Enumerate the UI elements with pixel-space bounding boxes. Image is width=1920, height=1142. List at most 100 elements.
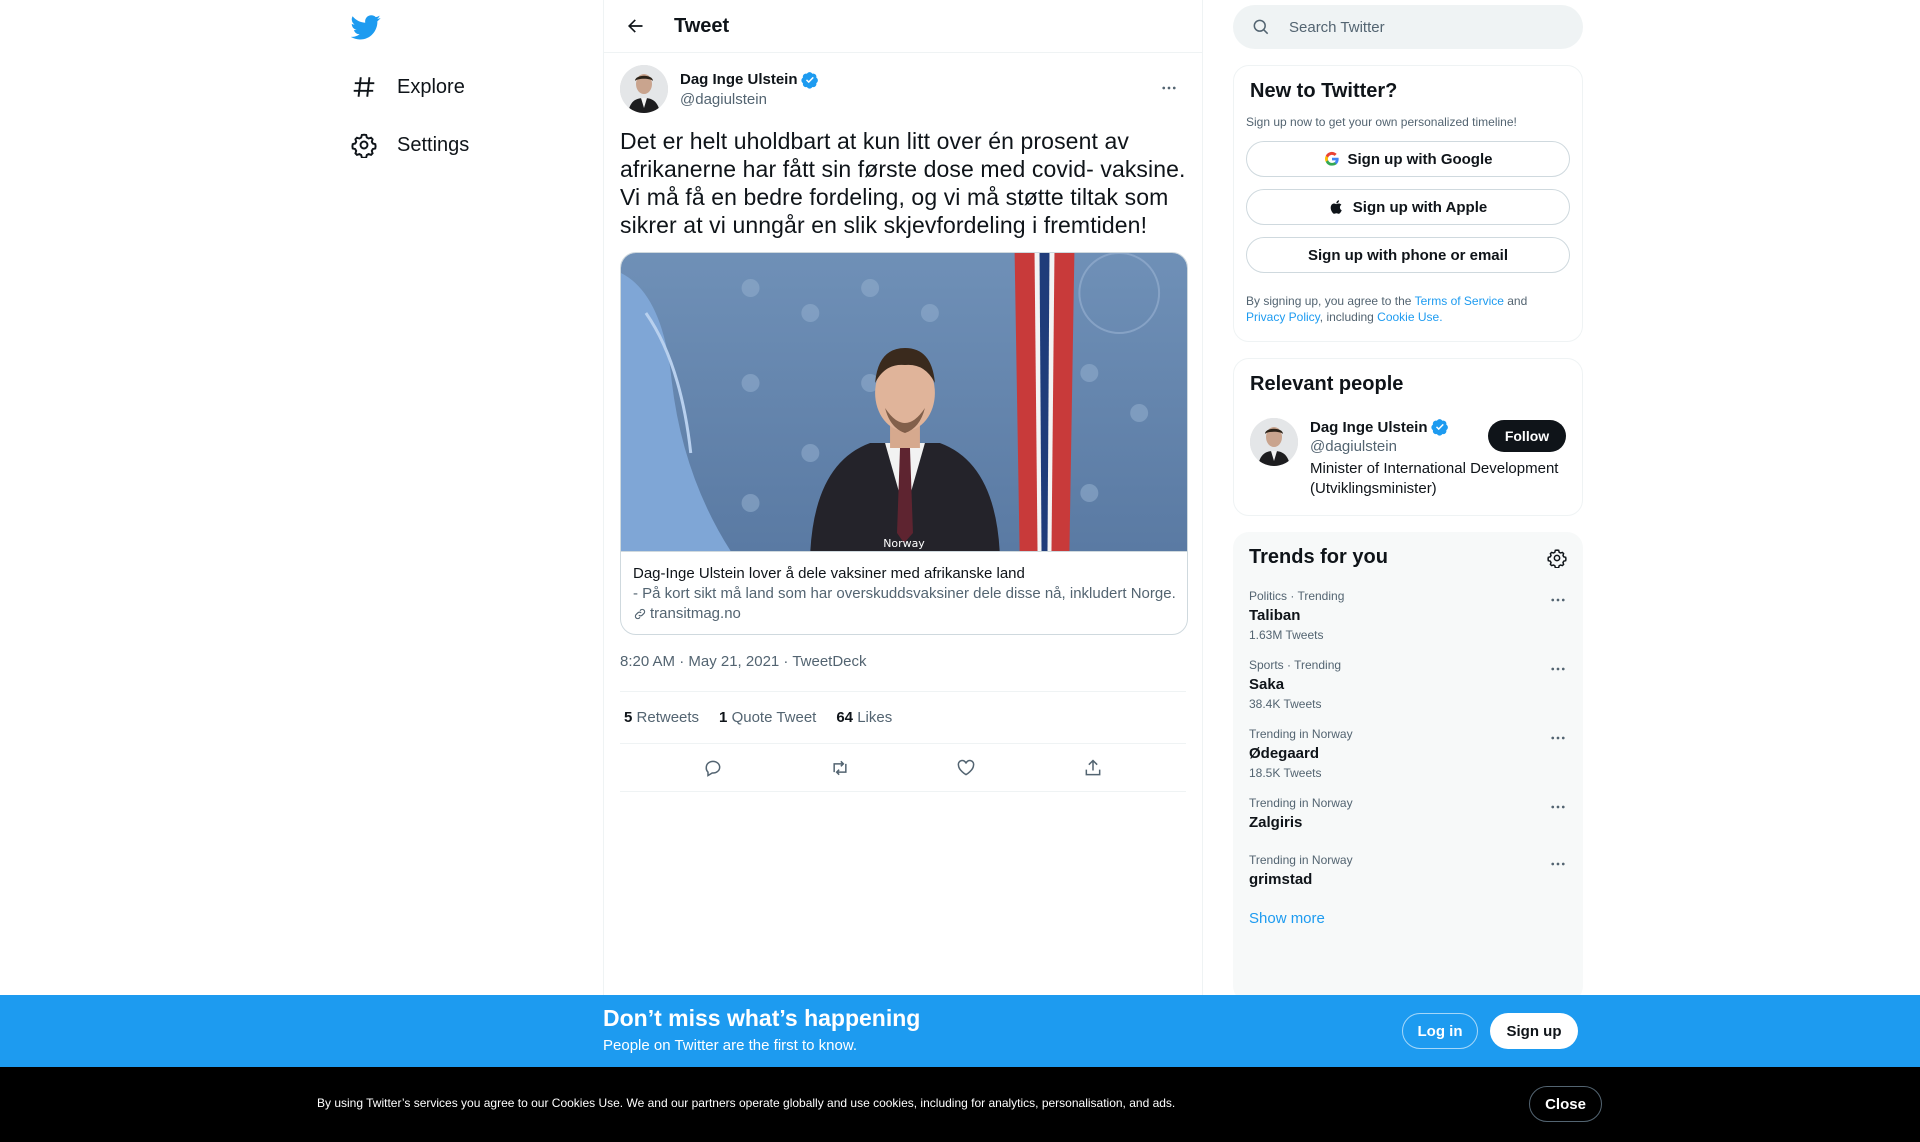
- trends-title: Trends for you: [1249, 546, 1388, 568]
- search-bar[interactable]: [1233, 5, 1583, 49]
- nav-label-explore: Explore: [397, 75, 465, 98]
- verified-badge-icon: [1430, 419, 1448, 436]
- hashtag-icon: [351, 74, 377, 100]
- signup-phone-email-label: Sign up with phone or email: [1307, 246, 1508, 264]
- card-description: - På kort sikt må land som har overskudd…: [633, 585, 1175, 602]
- signup-phone-email-button[interactable]: Sign up with phone or email: [1246, 237, 1570, 273]
- nav-label-settings: Settings: [397, 133, 470, 156]
- privacy-policy-link[interactable]: Privacy Policy: [1246, 310, 1320, 324]
- link-card[interactable]: Norway Dag-Inge Ulstein lover å dele vak…: [620, 252, 1188, 635]
- signup-google-button[interactable]: Sign up with Google: [1246, 141, 1570, 177]
- nav-item-settings[interactable]: Settings: [351, 121, 469, 169]
- tweet-header: Tweet: [604, 0, 1202, 53]
- signup-banner: Don’t miss what’s happening People on Tw…: [0, 995, 1920, 1067]
- trend-item[interactable]: Politics · Trending Taliban 1.63M Tweets: [1249, 589, 1567, 642]
- tweet-actions: [620, 744, 1186, 792]
- stat-retweets[interactable]: 5 Retweets: [624, 709, 699, 726]
- signup-google-label: Sign up with Google: [1347, 150, 1493, 168]
- new-to-twitter-panel: New to Twitter? Sign up now to get your …: [1233, 65, 1583, 342]
- more-options-icon[interactable]: [1549, 591, 1567, 609]
- cookie-text: By using Twitter’s services you agree to…: [317, 1096, 1176, 1110]
- trend-count: 18.5K Tweets: [1249, 766, 1322, 780]
- author-name[interactable]: Dag Inge Ulstein: [680, 71, 819, 89]
- page-title: Tweet: [674, 14, 730, 37]
- signup-apple-button[interactable]: Sign up with Apple: [1246, 189, 1570, 225]
- trend-meta: Trending in Norway: [1249, 727, 1353, 741]
- gear-icon: [351, 132, 377, 158]
- more-options-icon[interactable]: [1549, 729, 1567, 747]
- show-more-link[interactable]: Show more: [1249, 910, 1567, 927]
- tweet-author: Dag Inge Ulstein @dagiulstein: [620, 65, 1186, 113]
- trend-meta: Sports · Trending: [1249, 658, 1342, 672]
- more-options-icon[interactable]: [1152, 71, 1186, 105]
- relevant-person-bio: Minister of International Development (U…: [1310, 460, 1559, 497]
- trend-name: Saka: [1249, 676, 1285, 693]
- author-handle[interactable]: @dagiulstein: [680, 91, 819, 108]
- more-options-icon[interactable]: [1549, 660, 1567, 678]
- relevant-people-panel: Relevant people Dag Inge Ulstein @dagiul…: [1233, 358, 1583, 516]
- like-icon[interactable]: [949, 751, 983, 785]
- banner-title: Don’t miss what’s happening: [603, 1005, 921, 1031]
- trend-name: Zalgiris: [1249, 814, 1303, 831]
- new-to-twitter-title: New to Twitter?: [1250, 80, 1398, 102]
- avatar[interactable]: [620, 65, 668, 113]
- retweet-icon[interactable]: [823, 751, 857, 785]
- card-title: Dag-Inge Ulstein lover å dele vaksiner m…: [633, 565, 1025, 582]
- new-to-twitter-subtitle: Sign up now to get your own personalized…: [1246, 115, 1517, 129]
- terms-of-service-link[interactable]: Terms of Service: [1415, 294, 1504, 308]
- card-image: Norway: [621, 253, 1187, 551]
- share-icon[interactable]: [1076, 751, 1110, 785]
- trend-meta: Trending in Norway: [1249, 853, 1353, 867]
- card-domain: transitmag.no: [633, 604, 1175, 624]
- google-icon: [1324, 151, 1339, 166]
- trend-item[interactable]: Trending in Norway grimstad: [1249, 853, 1567, 888]
- relevant-person-name-text: Dag Inge Ulstein: [1310, 418, 1428, 436]
- tweet-text: Det er helt uholdbart at kun litt over é…: [620, 128, 1186, 238]
- relevant-person[interactable]: Dag Inge Ulstein @dagiulstein Minister o…: [1250, 418, 1566, 499]
- cookie-banner: By using Twitter’s services you agree to…: [0, 1067, 1920, 1142]
- apple-icon: [1330, 200, 1342, 214]
- author-name-text: Dag Inge Ulstein: [680, 71, 798, 88]
- verified-badge-icon: [800, 71, 818, 89]
- trend-item[interactable]: Trending in Norway Ødegaard 18.5K Tweets: [1249, 727, 1567, 780]
- trend-item[interactable]: Sports · Trending Saka 38.4K Tweets: [1249, 658, 1567, 711]
- stat-quote-tweets[interactable]: 1 Quote Tweet: [719, 709, 816, 726]
- terms-and: and: [1503, 294, 1528, 308]
- link-icon: [634, 608, 646, 620]
- card-domain-text: transitmag.no: [650, 605, 741, 622]
- trend-meta: Trending in Norway: [1249, 796, 1353, 810]
- reply-icon[interactable]: [696, 751, 730, 785]
- trend-meta: Politics · Trending: [1249, 589, 1345, 603]
- follow-button[interactable]: Follow: [1488, 420, 1566, 452]
- gear-icon[interactable]: [1547, 548, 1567, 568]
- trend-name: Taliban: [1249, 607, 1301, 624]
- trends-panel: Trends for you Politics · Trending Talib…: [1233, 532, 1583, 1002]
- terms-including: , including: [1319, 310, 1378, 324]
- cookie-close-button[interactable]: Close: [1529, 1086, 1602, 1122]
- avatar[interactable]: [1250, 418, 1298, 466]
- tweet-meta: 8:20 AM · May 21, 2021 · TweetDeck: [620, 653, 867, 670]
- trend-name: Ødegaard: [1249, 745, 1320, 762]
- trend-count: 1.63M Tweets: [1249, 628, 1324, 642]
- main-column: Tweet Dag Inge Ulstein @dagiulstein Det …: [603, 0, 1203, 1142]
- card-body: Dag-Inge Ulstein lover å dele vaksiner m…: [621, 551, 1187, 634]
- back-arrow-icon[interactable]: [618, 9, 652, 43]
- trend-count: 38.4K Tweets: [1249, 697, 1322, 711]
- login-button[interactable]: Log in: [1402, 1013, 1478, 1049]
- more-options-icon[interactable]: [1549, 855, 1567, 873]
- cookie-use-link[interactable]: Cookie Use.: [1377, 310, 1442, 324]
- twitter-logo-icon[interactable]: [350, 12, 381, 42]
- nav-item-explore[interactable]: Explore: [351, 63, 465, 111]
- stat-likes[interactable]: 64 Likes: [836, 709, 892, 726]
- signup-button[interactable]: Sign up: [1490, 1013, 1578, 1049]
- signup-apple-label: Sign up with Apple: [1352, 198, 1488, 216]
- terms-prefix: By signing up, you agree to the: [1246, 294, 1415, 308]
- card-image-caption: Norway: [883, 537, 925, 550]
- trend-item[interactable]: Trending in Norway Zalgiris: [1249, 796, 1567, 831]
- search-icon: [1253, 19, 1269, 35]
- signup-terms: By signing up, you agree to the Terms of…: [1246, 293, 1570, 325]
- search-input[interactable]: [1289, 18, 1569, 36]
- banner-subtitle: People on Twitter are the first to know.: [603, 1037, 858, 1054]
- tweet-stats: 5 Retweets 1 Quote Tweet 64 Likes: [620, 691, 1186, 744]
- more-options-icon[interactable]: [1549, 798, 1567, 816]
